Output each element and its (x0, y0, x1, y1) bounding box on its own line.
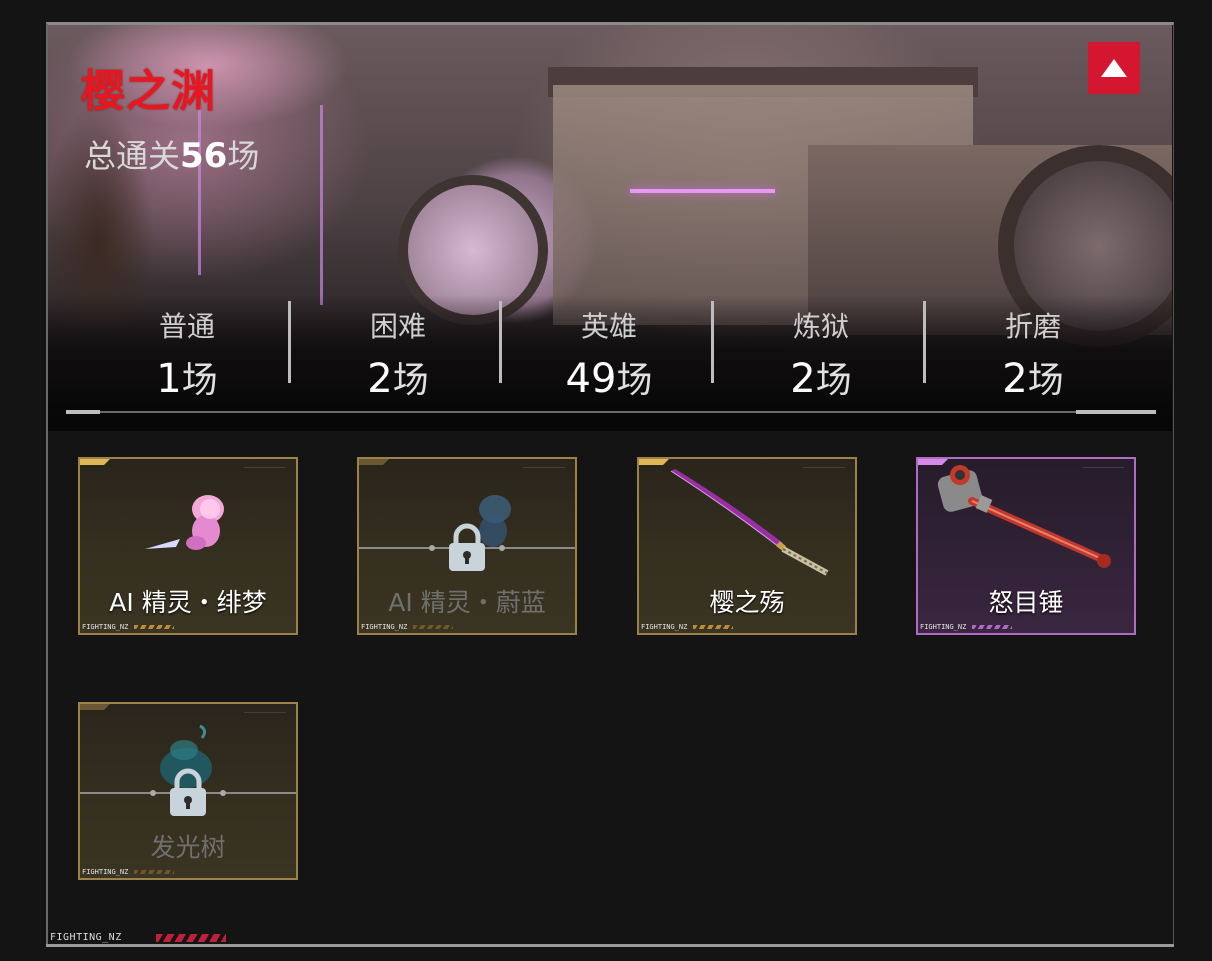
card-decoration (523, 467, 565, 484)
card-decoration (88, 469, 148, 489)
card-tag: FIGHTING_NZ (82, 623, 129, 631)
count-value: 49 (565, 356, 617, 402)
card-tag: FIGHTING_NZ (361, 623, 408, 631)
difficulty-inferno: 炼狱 2场 (715, 303, 927, 409)
reward-name: AI 精灵・绯梦 (109, 588, 267, 617)
rarity-corner (80, 704, 110, 710)
triangle-up-icon (1101, 59, 1127, 77)
count-value: 1 (156, 356, 182, 402)
card-stripes (413, 625, 453, 629)
total-clears-prefix: 总通关 (84, 137, 181, 175)
neon-light (320, 105, 323, 305)
difficulty-label: 普通 (158, 310, 215, 343)
card-tag: FIGHTING_NZ (920, 623, 967, 631)
divider (923, 301, 926, 383)
card-stripes (134, 625, 174, 629)
reward-card-pink-spirit[interactable]: AI 精灵・绯梦 FIGHTING_NZ (78, 457, 298, 635)
difficulty-label: 困难 (369, 310, 426, 343)
divider (288, 301, 291, 383)
reward-card-hammer[interactable]: 怒目锤 FIGHTING_NZ (916, 457, 1136, 635)
card-decoration (88, 714, 148, 734)
card-stripes (134, 870, 174, 874)
difficulty-hard: 困难 2场 (292, 303, 504, 409)
collapse-button[interactable] (1088, 42, 1140, 94)
map-banner: 樱之渊 总通关56场 普通 1场 困难 2场 英雄 49场 炼狱 2场 折磨 2… (48, 25, 1172, 431)
count-unit: 场 (392, 360, 429, 401)
difficulty-normal: 普通 1场 (81, 303, 293, 409)
rarity-corner (639, 459, 669, 465)
reward-card-katana[interactable]: 樱之殇 FIGHTING_NZ (637, 457, 857, 635)
count-value: 2 (367, 356, 393, 402)
count-value: 2 (1002, 356, 1028, 402)
card-decoration (244, 467, 286, 484)
count-unit: 场 (815, 360, 852, 401)
difficulty-count: 2场 (292, 351, 504, 409)
difficulty-label: 炼狱 (792, 310, 849, 343)
card-tag: FIGHTING_NZ (641, 623, 688, 631)
difficulty-count: 2场 (715, 351, 927, 409)
difficulty-label: 英雄 (580, 310, 637, 343)
count-unit: 场 (181, 360, 218, 401)
footer-stripes (156, 934, 226, 942)
difficulty-scrollbar[interactable] (66, 410, 1156, 414)
count-unit: 场 (616, 360, 653, 401)
pink-spirit-icon (145, 495, 224, 550)
count-unit: 场 (1027, 360, 1064, 401)
scroll-thumb[interactable] (66, 410, 100, 414)
reward-name: 发光树 (150, 833, 226, 862)
difficulty-torment: 折磨 2场 (927, 303, 1139, 409)
difficulty-label: 折磨 (1004, 310, 1061, 343)
total-clears-suffix: 场 (227, 137, 260, 175)
difficulty-count: 49场 (503, 351, 715, 409)
total-clears-count: 56 (180, 136, 228, 176)
map-title: 樱之渊 (81, 66, 216, 117)
divider (499, 301, 502, 383)
katana-icon (670, 469, 829, 576)
scroll-indicator (1076, 410, 1156, 414)
count-value: 2 (790, 356, 816, 402)
card-stripes (693, 625, 733, 629)
total-clears: 总通关56场 (84, 131, 259, 177)
reward-name: AI 精灵・蔚蓝 (388, 588, 546, 617)
rarity-corner (80, 459, 110, 465)
footer-tag-text: FIGHTING_NZ (50, 932, 122, 943)
reward-card-blue-spirit[interactable]: AI 精灵・蔚蓝 FIGHTING_NZ (357, 457, 577, 635)
hammer-icon (937, 465, 1111, 568)
card-stripes (972, 625, 1012, 629)
card-decoration (367, 469, 427, 489)
difficulty-count: 2场 (927, 351, 1139, 409)
card-tag: FIGHTING_NZ (82, 868, 129, 876)
neon-light (630, 189, 775, 193)
footer-tag: FIGHTING_NZ (48, 932, 226, 946)
card-decoration (244, 712, 286, 729)
reward-name: 怒目锤 (988, 588, 1064, 617)
reward-name: 樱之殇 (709, 588, 785, 617)
lock-icon (170, 768, 206, 816)
rarity-corner (359, 459, 389, 465)
lock-icon (449, 523, 485, 571)
difficulty-stats: 普通 1场 困难 2场 英雄 49场 炼狱 2场 折磨 2场 (48, 303, 1172, 423)
difficulty-count: 1场 (81, 351, 293, 409)
reward-card-glowing-tree[interactable]: 发光树 FIGHTING_NZ (78, 702, 298, 880)
divider (711, 301, 714, 383)
difficulty-hero: 英雄 49场 (503, 303, 715, 409)
